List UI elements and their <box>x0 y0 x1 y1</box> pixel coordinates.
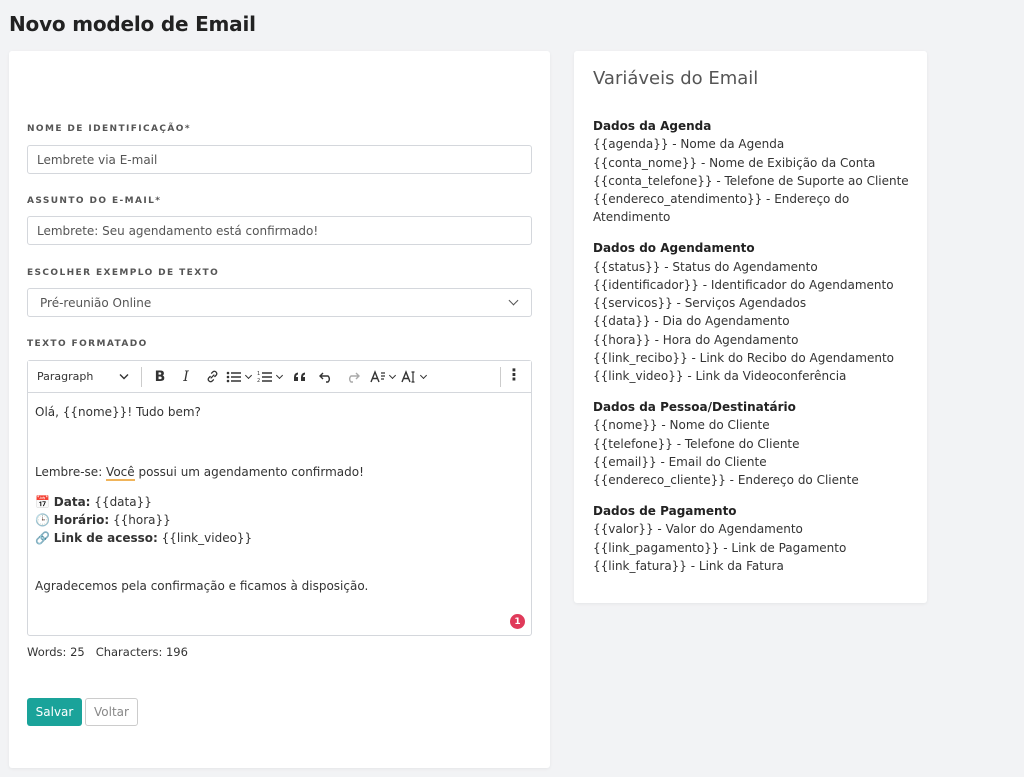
example-select[interactable]: Pré-reunião Online <box>27 288 532 317</box>
toolbar-divider <box>500 367 501 387</box>
variable-line: Atendimento <box>593 210 671 225</box>
svg-text:2: 2 <box>257 378 260 384</box>
notification-badge[interactable]: 1 <box>510 614 525 629</box>
italic-button[interactable]: I <box>174 366 198 388</box>
font-size-icon <box>370 369 385 382</box>
variable-line: {{endereco_atendimento}} - Endereço do <box>593 192 850 207</box>
variable-line: {{link_pagamento}} - Link de Pagamento <box>593 540 847 555</box>
time-line: 🕒 Horário: {{hora}} <box>35 513 171 527</box>
bulleted-list-button[interactable] <box>226 366 253 388</box>
bold-button[interactable]: B <box>148 366 172 388</box>
font-size-button[interactable] <box>370 366 397 388</box>
numbered-list-button[interactable]: 12 <box>257 366 284 388</box>
group-heading: Dados do Agendamento <box>593 241 755 256</box>
chevron-down-icon <box>275 371 284 379</box>
variable-line: {{conta_telefone}} - Telefone de Suporte… <box>593 173 909 188</box>
name-label: NOME DE IDENTIFICAÇÃO* <box>27 124 191 134</box>
variable-line: {{endereco_cliente}} - Endereço do Clien… <box>593 473 859 488</box>
link-button[interactable] <box>200 366 224 388</box>
subject-input[interactable] <box>27 216 532 245</box>
variable-line: {{nome}} - Nome do Cliente <box>593 418 770 433</box>
text-case-icon <box>401 369 415 383</box>
variables-group: Dados de Pagamento {{valor}} - Valor do … <box>593 502 913 575</box>
variable-line: {{link_fatura}} - Link da Fatura <box>593 559 784 574</box>
quote-button[interactable] <box>288 366 312 388</box>
chevron-down-icon <box>388 371 397 379</box>
date-line: 📅 Data: {{data}} <box>35 495 152 509</box>
bulleted-list-icon <box>226 371 241 382</box>
toolbar-divider <box>141 366 142 387</box>
undo-icon <box>318 372 330 383</box>
variable-line: {{status}} - Status do Agendamento <box>593 259 818 274</box>
page-title: Novo modelo de Email <box>9 12 256 36</box>
variable-line: {{email}} - Email do Cliente <box>593 455 767 470</box>
link-icon: 🔗 <box>35 531 50 545</box>
variables-group: Dados da Pessoa/Destinatário {{nome}} - … <box>593 398 913 489</box>
greeting-line: Olá, {{nome}}! Tudo bem? <box>35 405 201 419</box>
email-variables-panel: Variáveis do Email Dados da Agenda {{age… <box>574 51 927 603</box>
group-heading: Dados de Pagamento <box>593 504 737 519</box>
rich-text-editor: Paragraph B I 12 ⋮ Olá, {{nome}}! Tudo b… <box>27 360 532 636</box>
variable-line: {{hora}} - Hora do Agendamento <box>593 332 799 347</box>
paragraph-dropdown-label: Paragraph <box>37 370 94 383</box>
variable-line: {{identificador}} - Identificador do Age… <box>593 277 894 292</box>
example-label: ESCOLHER EXEMPLO DE TEXTO <box>27 268 220 278</box>
variable-line: {{agenda}} - Nome da Agenda <box>593 137 785 152</box>
variable-line: {{telefone}} - Telefone do Cliente <box>593 436 800 451</box>
back-button[interactable]: Voltar <box>85 698 138 726</box>
name-input[interactable] <box>27 145 532 174</box>
group-heading: Dados da Agenda <box>593 119 712 133</box>
subject-label: ASSUNTO DO E-MAIL* <box>27 196 162 206</box>
variable-line: {{valor}} - Valor do Agendamento <box>593 522 803 537</box>
variables-list: Dados da Agenda {{agenda}} - Nome da Age… <box>593 117 913 588</box>
editor-toolbar: Paragraph B I 12 ⋮ <box>28 361 531 393</box>
group-heading: Dados da Pessoa/Destinatário <box>593 400 796 415</box>
variable-line: {{servicos}} - Serviços Agendados <box>593 296 807 311</box>
email-template-form: NOME DE IDENTIFICAÇÃO* ASSUNTO DO E-MAIL… <box>9 51 550 768</box>
spellcheck-word: Você <box>106 465 135 481</box>
chevron-down-icon <box>119 374 129 380</box>
quote-icon <box>294 372 305 381</box>
chevron-down-icon <box>244 371 253 379</box>
character-count: Characters: 196 <box>95 645 188 659</box>
formatted-text-label: TEXTO FORMATADO <box>27 339 148 349</box>
variables-group: Dados do Agendamento {{status}} - Status… <box>593 239 913 385</box>
chevron-down-icon <box>508 295 519 306</box>
variable-line: {{conta_nome}} - Nome de Exibição da Con… <box>593 155 876 170</box>
closing-line: Agradecemos pela confirmação e ficamos à… <box>35 579 369 593</box>
variables-group: Dados da Agenda {{agenda}} - Nome da Age… <box>593 117 913 227</box>
link-line: 🔗 Link de acesso: {{link_video}} <box>35 531 253 545</box>
reminder-line: Lembre-se: Você possui um agendamento co… <box>35 465 364 481</box>
variable-line: {{data}} - Dia do Agendamento <box>593 314 790 329</box>
save-button[interactable]: Salvar <box>27 698 82 726</box>
variable-line: {{link_video}} - Link da Videoconferênci… <box>593 369 847 384</box>
clock-icon: 🕒 <box>35 513 50 527</box>
chevron-down-icon <box>419 371 428 379</box>
undo-button[interactable] <box>314 366 338 388</box>
variable-line: {{link_recibo}} - Link do Recibo do Agen… <box>593 351 894 366</box>
more-vertical-icon[interactable]: ⋮ <box>506 367 522 385</box>
link-icon <box>207 370 217 383</box>
svg-text:1: 1 <box>257 371 260 377</box>
redo-icon <box>348 372 360 383</box>
redo-button[interactable] <box>340 366 364 388</box>
text-case-button[interactable] <box>401 366 428 388</box>
numbered-list-icon: 12 <box>257 371 272 384</box>
editor-content[interactable]: Olá, {{nome}}! Tudo bem? Lembre-se: Você… <box>28 393 531 635</box>
calendar-icon: 📅 <box>35 495 50 509</box>
word-character-count: Words: 25 Characters: 196 <box>27 645 188 659</box>
paragraph-dropdown[interactable]: Paragraph <box>37 370 137 383</box>
variables-title: Variáveis do Email <box>593 68 759 89</box>
example-selected-value: Pré-reunião Online <box>40 295 152 310</box>
word-count: Words: 25 <box>27 645 85 659</box>
